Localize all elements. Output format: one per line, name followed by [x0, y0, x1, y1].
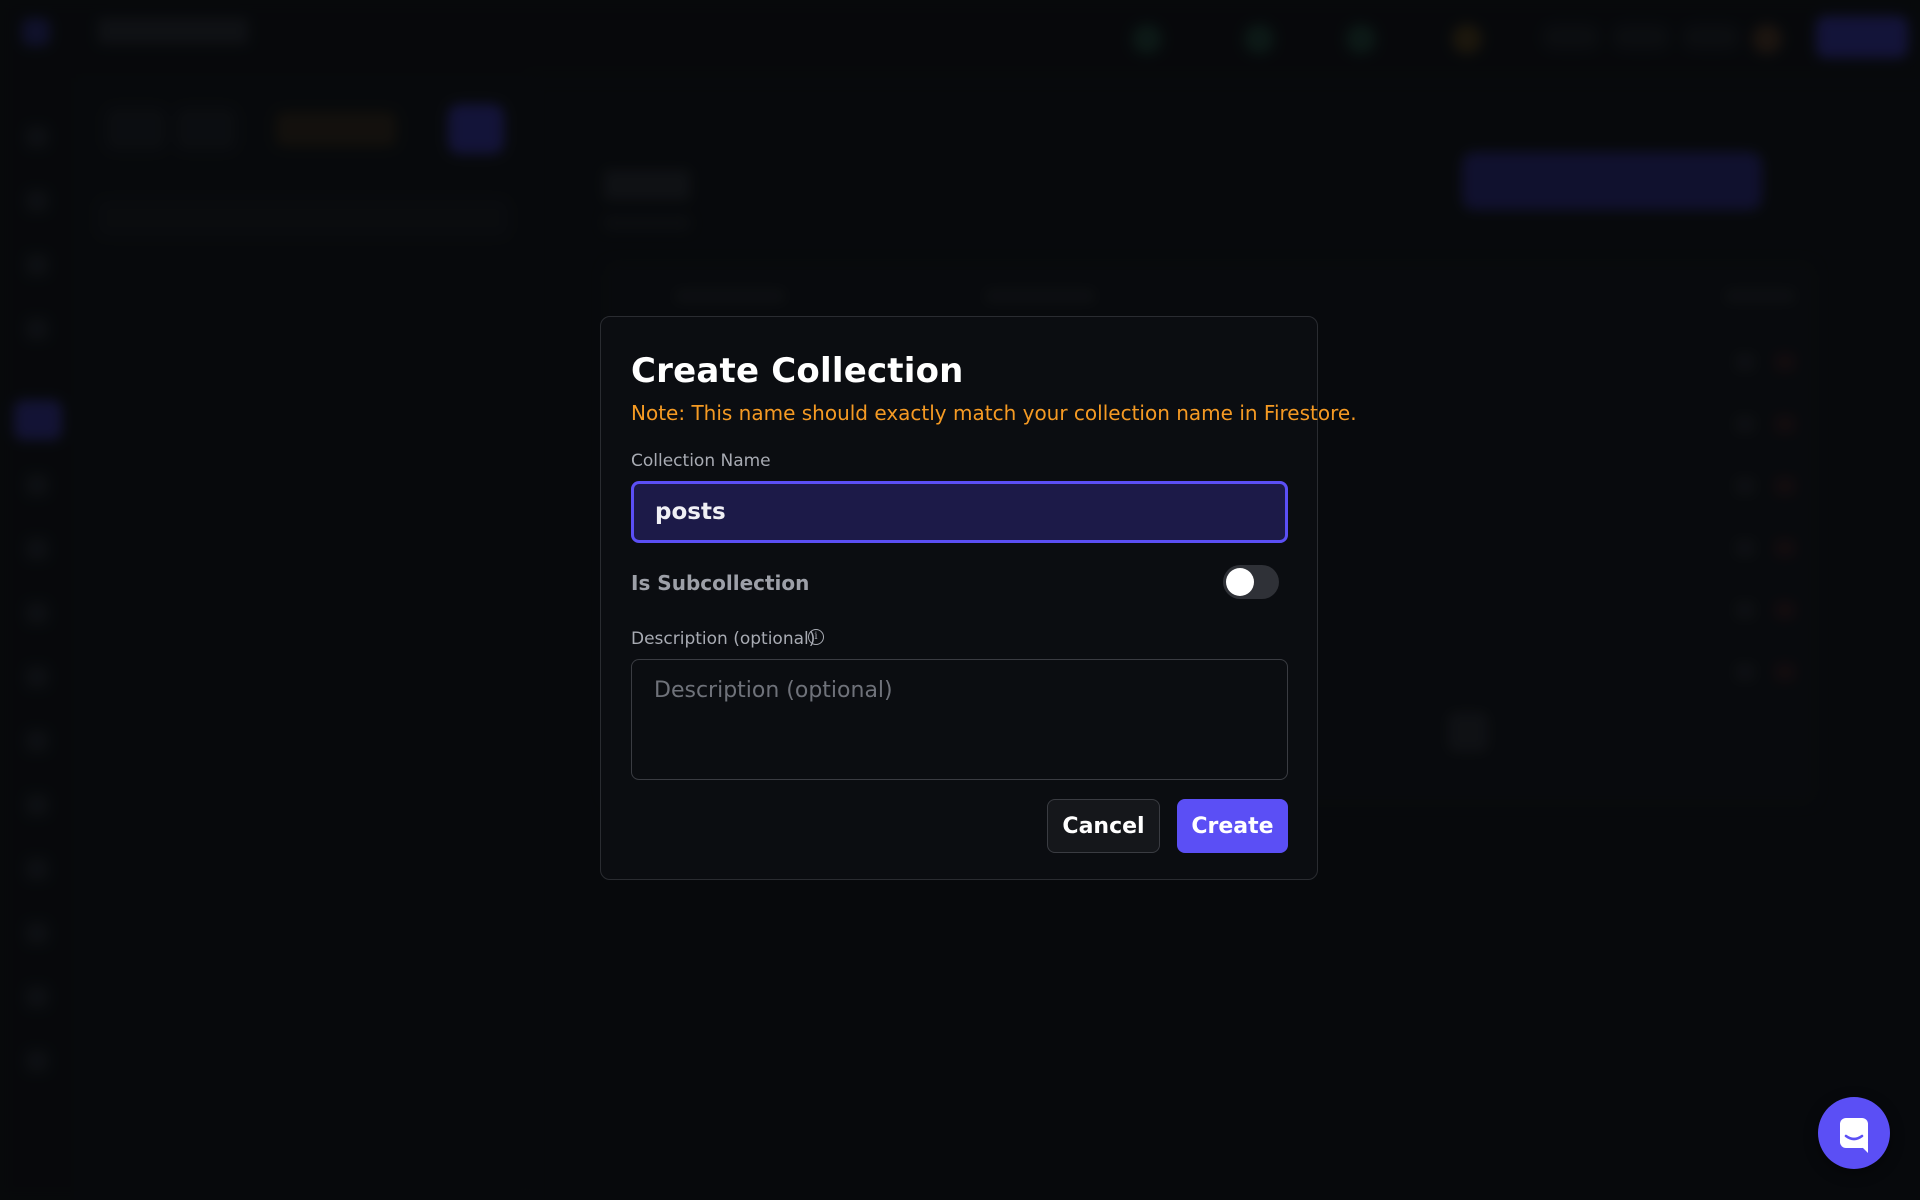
- dialog-title: Create Collection: [631, 351, 964, 391]
- info-icon[interactable]: i: [808, 629, 824, 645]
- cancel-button[interactable]: Cancel: [1047, 799, 1160, 853]
- chat-launcher-button[interactable]: [1818, 1097, 1890, 1169]
- chat-bubble-icon: [1840, 1118, 1868, 1153]
- description-input[interactable]: [631, 659, 1288, 780]
- collection-name-input[interactable]: [631, 481, 1288, 543]
- create-collection-dialog: Create Collection Note: This name should…: [600, 316, 1357, 880]
- subcollection-toggle[interactable]: [1223, 565, 1279, 599]
- create-button[interactable]: Create: [1177, 799, 1288, 853]
- dialog-note: Note: This name should exactly match you…: [631, 401, 1357, 425]
- collection-name-label: Collection Name: [631, 451, 771, 471]
- toggle-knob: [1226, 568, 1254, 596]
- subcollection-label: Is Subcollection: [631, 571, 810, 595]
- description-label: Description (optional): [631, 629, 816, 649]
